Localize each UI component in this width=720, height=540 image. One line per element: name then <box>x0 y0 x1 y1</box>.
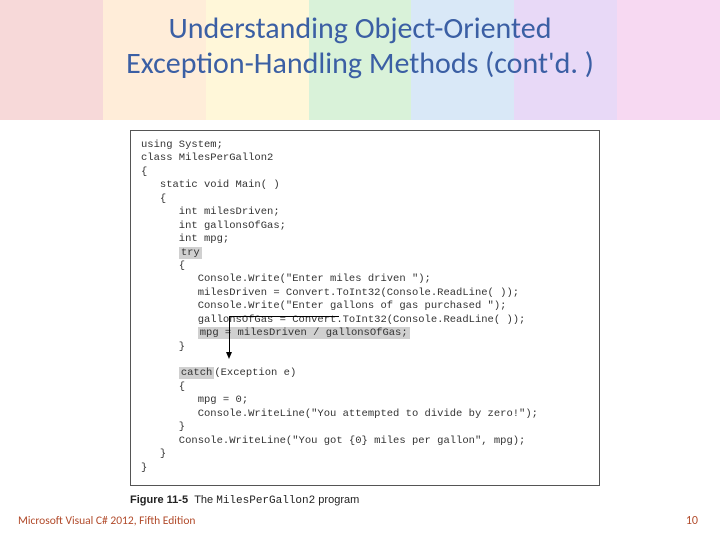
caption-code: MilesPerGallon2 <box>216 495 315 507</box>
title-line-2: Exception-Handling Methods (cont'd. ) <box>126 45 594 82</box>
slide-title: Understanding Object-Oriented Exception-… <box>0 12 720 81</box>
title-line-1: Understanding Object-Oriented <box>169 10 552 47</box>
caption-label: Figure 11-5 <box>130 494 188 506</box>
highlight-mpg-calc: mpg = milesDriven / gallonsOfGas; <box>198 327 410 339</box>
page-number: 10 <box>686 514 698 528</box>
highlight-try: try <box>179 247 202 259</box>
slide: Understanding Object-Oriented Exception-… <box>0 0 720 540</box>
code-listing: using System; class MilesPerGallon2 { st… <box>130 130 600 486</box>
figure-block: using System; class MilesPerGallon2 { st… <box>130 130 600 507</box>
highlight-catch: catch <box>179 367 215 379</box>
arrow-down-icon <box>226 352 232 359</box>
figure-caption: Figure 11-5 The MilesPerGallon2 program <box>130 494 600 507</box>
footer-text: Microsoft Visual C# 2012, Fifth Edition <box>18 514 195 528</box>
